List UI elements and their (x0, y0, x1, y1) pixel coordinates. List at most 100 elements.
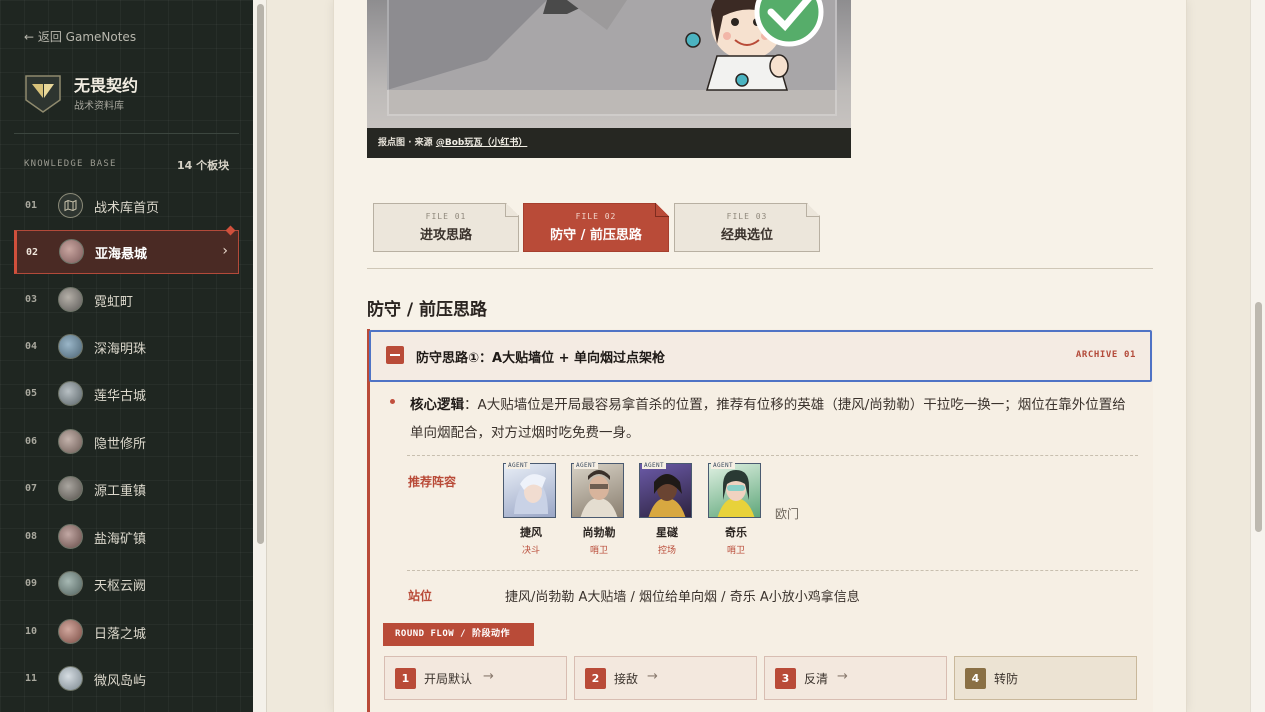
item-number: 07 (25, 483, 38, 494)
sidebar-item-map[interactable]: 03 霓虹町 (14, 278, 239, 322)
strategy-card-header[interactable]: 防守思路①：A大贴墙位 + 单向烟过点架枪 ARCHIVE 01 (369, 330, 1152, 382)
core-logic-text: ：A大贴墙位是开局最容易拿首杀的位置，推荐有位移的英雄（捷风/尚勃勒）干拉吃一换… (410, 397, 1126, 441)
tab-attack[interactable]: FILE 01 进攻思路 (373, 203, 519, 252)
sidebar-item-label: 微风岛屿 (94, 674, 147, 689)
sidebar-item-label: 盐海矿镇 (94, 532, 147, 547)
agent-card[interactable]: AGENT 奇乐 哨卫 (708, 462, 764, 556)
agent-portrait-astra (639, 463, 692, 518)
sidebar-item-map[interactable]: 05 莲华古城 (14, 372, 239, 416)
agent-role: 决斗 (521, 546, 540, 556)
agent-portrait-jett (503, 463, 556, 518)
knowledge-base-label: KNOWLEDGE BASE (24, 159, 117, 169)
sidebar-item-map[interactable]: 08 盐海矿镇 (14, 515, 239, 559)
step-label: 反清 (804, 672, 829, 686)
brand-title: 无畏契约 (74, 76, 139, 95)
item-number: 02 (26, 247, 39, 258)
scrollbar-thumb[interactable] (257, 4, 264, 544)
map-thumbnail-icon (59, 239, 84, 264)
map-thumbnail-icon (58, 381, 83, 406)
agent-name: 捷风 (520, 526, 542, 539)
sidebar-item-label: 天枢云阙 (94, 579, 147, 594)
flow-step-engage[interactable]: 2 接敌 → (574, 656, 757, 700)
map-thumbnail-icon (58, 619, 83, 644)
position-text: 捷风/尚勃勒 A大贴墙 / 烟位给单向烟 / 奇乐 A小放小鸡拿信息 (505, 590, 860, 605)
bullet-dot (390, 399, 395, 404)
step-number: 1 (395, 668, 416, 689)
folded-corner-icon (806, 203, 820, 217)
flow-step-rotate[interactable]: 4 转防 (954, 656, 1137, 700)
sidebar-item-label: 隐世修所 (94, 437, 147, 452)
agent-card[interactable]: AGENT 星礈 控场 (639, 462, 695, 556)
sidebar-item-map[interactable]: 09 天枢云阙 (14, 562, 239, 606)
item-number: 10 (25, 626, 38, 637)
flow-step-opening[interactable]: 1 开局默认 → (384, 656, 567, 700)
sidebar-item-label: 亚海悬城 (95, 247, 148, 262)
scrollbar-thumb[interactable] (1255, 302, 1262, 532)
map-thumbnail-icon (58, 476, 83, 501)
step-label: 开局默认 (424, 672, 473, 686)
map-thumbnail-icon (58, 524, 83, 549)
sidebar-item-map[interactable]: 04 深海明珠 (14, 325, 239, 369)
card-title: 防守思路①：A大贴墙位 + 单向烟过点架枪 (416, 351, 666, 366)
sidebar-scrollbar[interactable] (253, 0, 267, 712)
map-thumbnail-icon (58, 429, 83, 454)
sidebar: ← 返回 GameNotes 无畏契约 战术资料库 KNOWLEDGE BASE… (0, 0, 253, 712)
sidebar-item-map[interactable]: 11 微风岛屿 (14, 657, 239, 701)
map-thumbnail-icon (58, 571, 83, 596)
item-number: 03 (25, 294, 38, 305)
tab-defense[interactable]: FILE 02 防守 / 前压思路 (523, 203, 669, 252)
folded-corner-icon (655, 203, 669, 217)
section-title: 防守 / 前压思路 (367, 300, 488, 320)
sidebar-item-home[interactable]: 01 战术库首页 (14, 184, 239, 228)
back-link[interactable]: ← 返回 GameNotes (24, 28, 136, 45)
step-number: 4 (965, 668, 986, 689)
item-number: 09 (25, 578, 38, 589)
step-number: 3 (775, 668, 796, 689)
section-count: 14 个板块 (177, 159, 230, 172)
tab-file-number: FILE 02 (575, 212, 617, 221)
map-inset-frame (387, 0, 837, 116)
map-thumbnail-icon (58, 287, 83, 312)
tab-label: 进攻思路 (419, 228, 472, 243)
item-number: 01 (25, 200, 38, 211)
chevron-right-icon: › (222, 243, 228, 259)
position-label: 站位 (408, 589, 433, 603)
agent-role: 哨卫 (726, 546, 745, 556)
step-label: 接敌 (614, 672, 639, 686)
agent-card[interactable]: AGENT 尚勃勒 哨卫 (571, 462, 627, 556)
valorant-logo-icon (25, 75, 61, 113)
tab-file-number: FILE 03 (726, 212, 768, 221)
sidebar-item-ascent[interactable]: 02 亚海悬城 › (14, 225, 239, 274)
sidebar-item-label: 战术库首页 (94, 201, 160, 216)
flow-step-retake[interactable]: 3 反清 → (764, 656, 947, 700)
collapse-icon[interactable] (386, 346, 404, 364)
sidebar-item-label: 日落之城 (94, 627, 147, 642)
agent-tag: AGENT (642, 462, 667, 469)
section-divider (367, 268, 1153, 269)
sidebar-item-label: 源工重镇 (94, 484, 147, 499)
item-number: 11 (25, 673, 38, 684)
agent-name: 星礈 (656, 526, 678, 539)
agent-name: 奇乐 (725, 526, 747, 539)
agent-tag: AGENT (506, 462, 531, 469)
sidebar-item-map[interactable]: 06 隐世修所 (14, 420, 239, 464)
dashed-divider (407, 570, 1138, 571)
page-scrollbar[interactable] (1250, 0, 1265, 712)
arrow-right-icon: → (647, 669, 658, 684)
dashed-divider (407, 455, 1138, 456)
tab-label: 防守 / 前压思路 (550, 228, 642, 243)
sidebar-item-label: 莲华古城 (94, 389, 147, 404)
agent-card[interactable]: AGENT 捷风 决斗 (503, 462, 559, 556)
brand-subtitle: 战术资料库 (74, 101, 124, 112)
agent-role: 哨卫 (589, 546, 608, 556)
tab-classic-positions[interactable]: FILE 03 经典选位 (674, 203, 820, 252)
sidebar-item-map[interactable]: 10 日落之城 (14, 610, 239, 654)
round-flow-label: ROUND FLOW / 阶段动作 (383, 623, 534, 646)
callout-map-image: 报点图 · 来源 @Bob玩瓦（小红书） (367, 0, 851, 158)
item-number: 06 (25, 436, 38, 447)
source-link[interactable]: @Bob玩瓦（小红书） (436, 138, 528, 148)
arrow-right-icon: → (837, 669, 848, 684)
map-icon (58, 193, 83, 218)
sidebar-item-map[interactable]: 07 源工重镇 (14, 467, 239, 511)
tab-file-number: FILE 01 (425, 212, 467, 221)
